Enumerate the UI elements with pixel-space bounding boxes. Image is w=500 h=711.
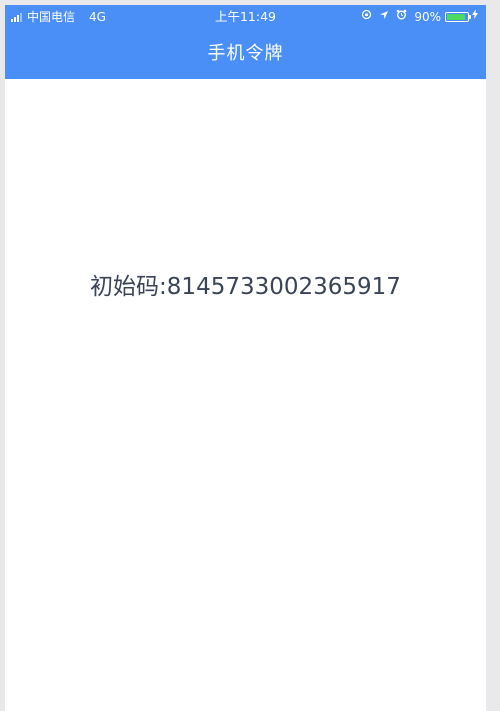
top-bar: 中国电信 4G 上午11:49 90% 手机令牌 bbox=[5, 5, 486, 79]
battery-percent: 90% bbox=[414, 10, 441, 24]
main-content: 初始码:8145733002365917 bbox=[5, 79, 486, 711]
charging-bolt-icon bbox=[472, 5, 478, 29]
alarm-clock-icon bbox=[396, 5, 407, 29]
battery-level-fill bbox=[447, 14, 465, 20]
rotation-lock-icon bbox=[361, 5, 372, 29]
initial-code-line: 初始码:8145733002365917 bbox=[5, 267, 486, 301]
initial-code-value: 8145733002365917 bbox=[166, 274, 401, 300]
location-arrow-icon bbox=[379, 5, 389, 29]
battery-icon bbox=[445, 12, 471, 22]
status-right-group: 90% bbox=[361, 5, 478, 29]
initial-code-label: 初始码: bbox=[90, 274, 167, 300]
phone-screen: 中国电信 4G 上午11:49 90% 手机令牌 初始码:81457330023… bbox=[5, 5, 486, 711]
page-title: 手机令牌 bbox=[207, 43, 284, 64]
status-bar: 中国电信 4G 上午11:49 90% bbox=[5, 5, 486, 29]
